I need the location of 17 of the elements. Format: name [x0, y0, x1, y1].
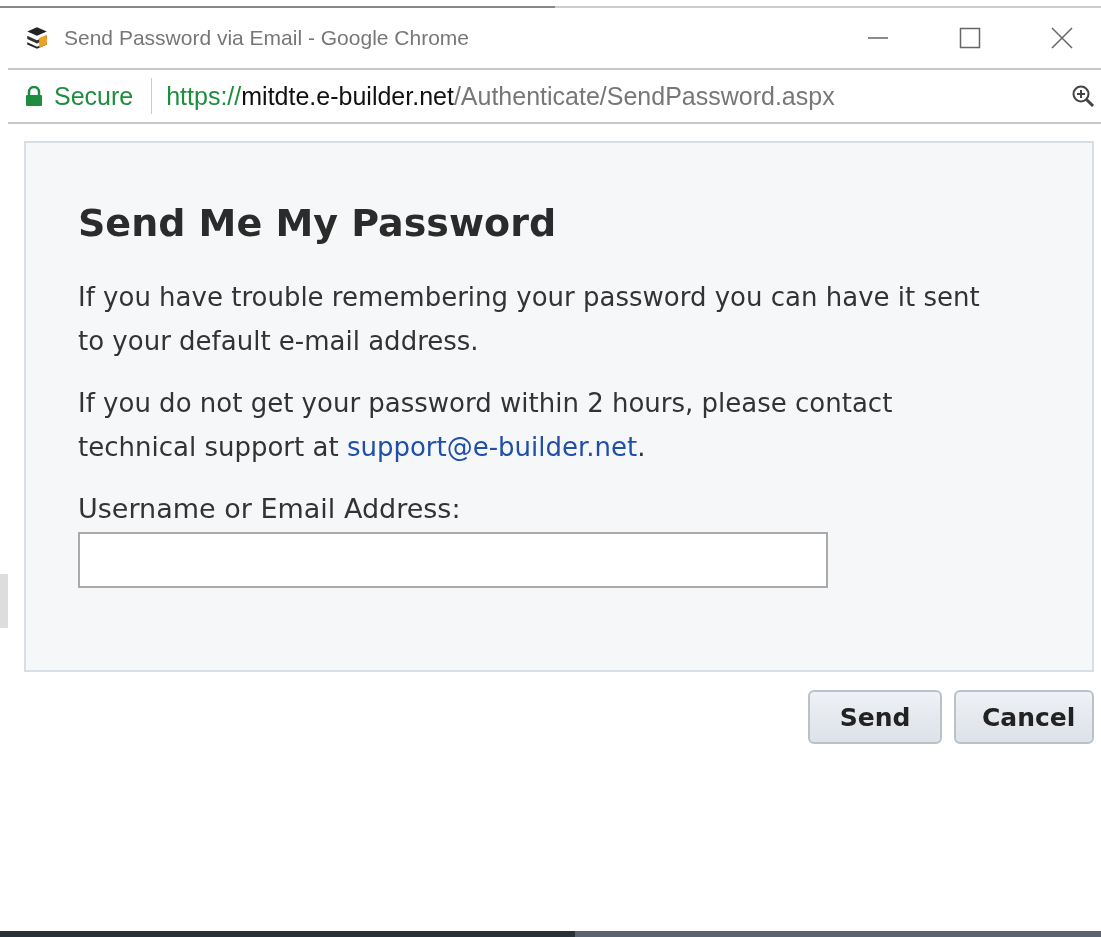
send-button[interactable]: Send	[808, 690, 942, 744]
username-field[interactable]	[78, 532, 828, 588]
window-edge	[0, 574, 8, 628]
window-title: Send Password via Email - Google Chrome	[64, 26, 470, 50]
cancel-button[interactable]: Cancel	[954, 690, 1094, 744]
instruction-text: If you do not get your password within 2 hours, please contact technical support at support@e-builder.net.	[78, 387, 894, 464]
close-icon[interactable]	[1051, 27, 1073, 49]
security-label: Secure	[54, 81, 134, 111]
maximize-icon[interactable]	[959, 27, 981, 49]
stack-icon	[24, 25, 50, 51]
url-text[interactable]: https://mitdte.e-builder.net/Authenticate/SendPassword.aspx	[166, 81, 1071, 111]
dialog-heading: Send Me My Password	[78, 201, 558, 245]
lock-icon	[26, 86, 42, 106]
zoom-icon[interactable]	[1071, 84, 1095, 108]
field-label: Username or Email Address:	[78, 493, 462, 524]
instruction-text: If you have trouble remembering your password you can have it sent to your default e-mail address.	[78, 281, 981, 358]
email-link[interactable]: support@e-builder.net	[346, 432, 638, 462]
